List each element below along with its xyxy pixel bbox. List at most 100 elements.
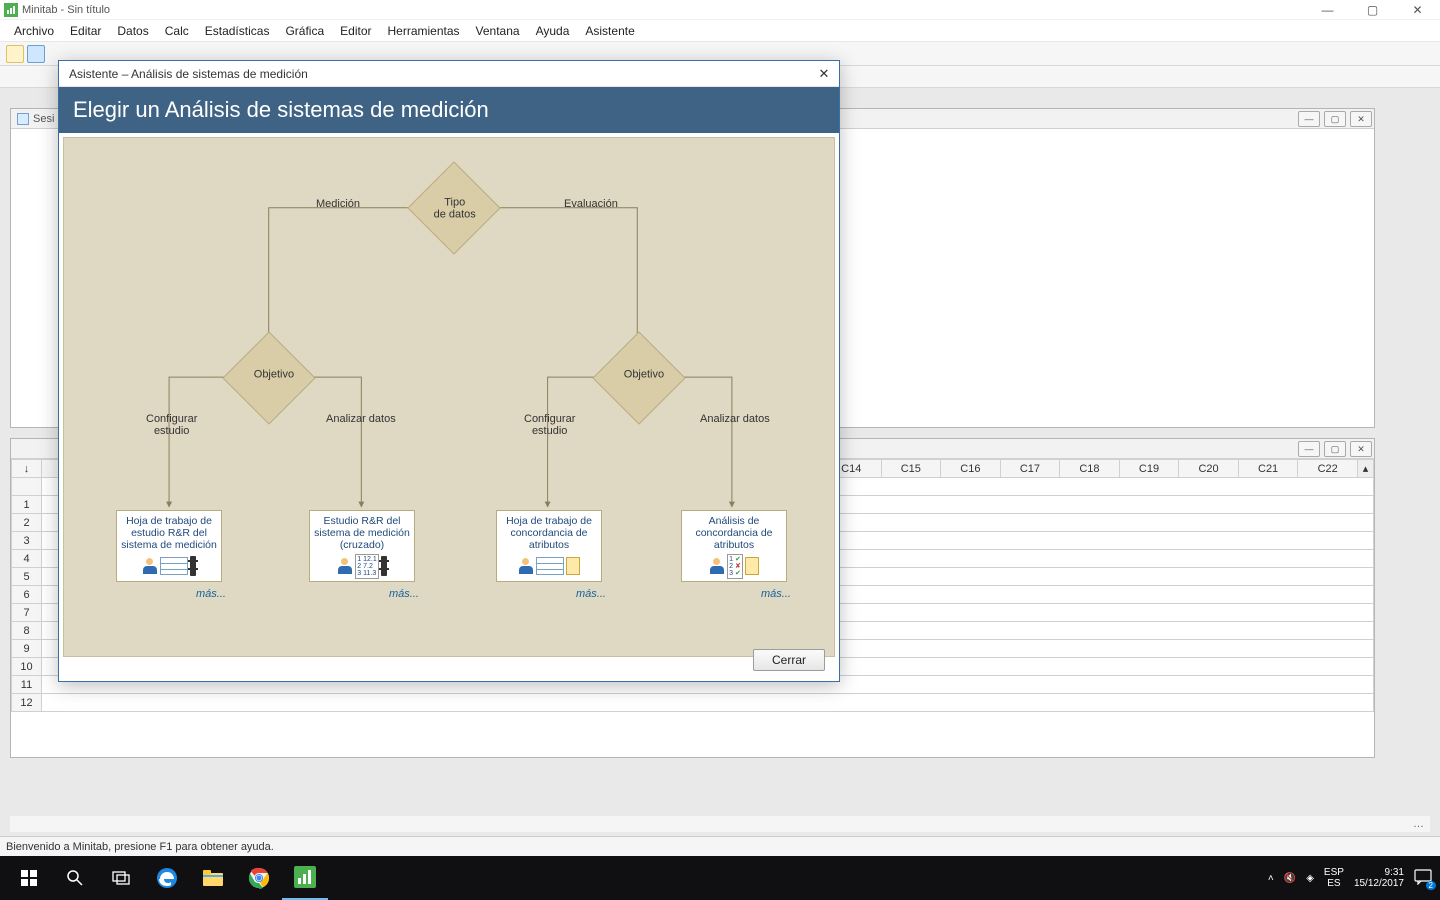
worksheet-minimize-button[interactable]: —	[1298, 441, 1320, 457]
dialog-close-button[interactable]: ✕	[815, 65, 833, 83]
card-analisis-concordancia[interactable]: Análisis de concordancia de atributos 1 …	[681, 510, 787, 582]
card-title: Estudio R&R del sistema de medición (cru…	[312, 515, 412, 551]
card-title: Análisis de concordancia de atributos	[684, 515, 784, 551]
cell[interactable]	[42, 694, 1374, 712]
mdi-nav-bar: …	[10, 816, 1430, 832]
status-text: Bienvenido a Minitab, presione F1 para o…	[6, 841, 274, 853]
branch-label-configurar-left: Configurar estudio	[146, 413, 197, 437]
row-header[interactable]: 11	[12, 676, 42, 694]
tray-network-icon[interactable]: ◈	[1306, 873, 1314, 884]
col-header[interactable]: C18	[1060, 460, 1120, 478]
menu-herramientas[interactable]: Herramientas	[380, 22, 468, 40]
col-header[interactable]: C15	[881, 460, 941, 478]
scroll-up-icon[interactable]: ▴	[1358, 460, 1374, 478]
session-maximize-button[interactable]: ▢	[1324, 111, 1346, 127]
menu-archivo[interactable]: Archivo	[6, 22, 62, 40]
system-tray: ˄ 🔇 ◈ ESPES 9:3115/12/2017 2	[1260, 856, 1440, 900]
corner-cell[interactable]: ↓	[12, 460, 42, 478]
tray-volume-mute-icon[interactable]: 🔇	[1284, 873, 1296, 884]
window-close-button[interactable]: ✕	[1395, 0, 1440, 20]
nav-indicator-icon[interactable]: …	[1413, 818, 1424, 830]
card-title: Hoja de trabajo de estudio R&R del siste…	[119, 515, 219, 551]
row-header[interactable]: 7	[12, 604, 42, 622]
worksheet-close-button[interactable]: ✕	[1350, 441, 1372, 457]
taskbar-minitab-icon[interactable]	[282, 856, 328, 900]
worksheet-maximize-button[interactable]: ▢	[1324, 441, 1346, 457]
windows-taskbar: ˄ 🔇 ◈ ESPES 9:3115/12/2017 2	[0, 856, 1440, 900]
clipboard-icon	[566, 557, 580, 575]
menu-asistente[interactable]: Asistente	[577, 22, 642, 40]
card-icon: 1 ✔ 2 ✘ 3 ✔	[684, 553, 784, 579]
menu-editor[interactable]: Editor	[332, 22, 379, 40]
menu-calc[interactable]: Calc	[157, 22, 197, 40]
data-table-icon: 1 12.1 2 7.2 3 11.3	[355, 554, 378, 579]
dialog-titlebar[interactable]: Asistente – Análisis de sistemas de medi…	[59, 61, 839, 87]
row-header[interactable]: 8	[12, 622, 42, 640]
person-icon	[337, 558, 353, 574]
app-title: Minitab - Sin título	[22, 4, 110, 16]
assistant-dialog: Asistente – Análisis de sistemas de medi…	[58, 60, 840, 682]
menu-editar[interactable]: Editar	[62, 22, 109, 40]
row-header[interactable]: 1	[12, 496, 42, 514]
card-icon: 1 12.1 2 7.2 3 11.3	[312, 553, 412, 579]
col-header[interactable]: C19	[1119, 460, 1179, 478]
menu-grafica[interactable]: Gráfica	[277, 22, 332, 40]
more-link-1[interactable]: más...	[196, 588, 226, 600]
menu-bar: Archivo Editar Datos Calc Estadísticas G…	[0, 20, 1440, 42]
taskbar-edge-icon[interactable]	[144, 856, 190, 900]
menu-estadisticas[interactable]: Estadísticas	[197, 22, 278, 40]
tray-chevron-up-icon[interactable]: ˄	[1268, 873, 1274, 884]
menu-ayuda[interactable]: Ayuda	[528, 22, 578, 40]
session-minimize-button[interactable]: —	[1298, 111, 1320, 127]
toolbar-icon[interactable]	[6, 45, 24, 63]
tray-clock[interactable]: 9:3115/12/2017	[1354, 867, 1404, 889]
col-header[interactable]: C16	[941, 460, 1001, 478]
dialog-banner: Elegir un Análisis de sistemas de medici…	[59, 87, 839, 133]
row-header[interactable]: 6	[12, 586, 42, 604]
row-header[interactable]: 10	[12, 658, 42, 676]
col-header[interactable]: C22	[1298, 460, 1358, 478]
notification-badge: 2	[1426, 881, 1436, 890]
row-header[interactable]: 12	[12, 694, 42, 712]
col-header[interactable]: C20	[1179, 460, 1239, 478]
menu-datos[interactable]: Datos	[109, 22, 156, 40]
window-minimize-button[interactable]: —	[1305, 0, 1350, 20]
diamond-label: Objetivo	[229, 368, 319, 380]
tray-language[interactable]: ESPES	[1324, 867, 1344, 889]
menu-ventana[interactable]: Ventana	[468, 22, 528, 40]
diamond-label: Objetivo	[599, 368, 689, 380]
row-header[interactable]: 2	[12, 514, 42, 532]
branch-label-analizar-right: Analizar datos	[700, 413, 770, 425]
table-icon	[160, 557, 188, 575]
row-header[interactable]: 9	[12, 640, 42, 658]
start-button[interactable]	[6, 856, 52, 900]
row-header[interactable]: 4	[12, 550, 42, 568]
app-titlebar: Minitab - Sin título — ▢ ✕	[0, 0, 1440, 20]
more-link-2[interactable]: más...	[389, 588, 419, 600]
card-hoja-rr[interactable]: Hoja de trabajo de estudio R&R del siste…	[116, 510, 222, 582]
taskbar-chrome-icon[interactable]	[236, 856, 282, 900]
search-icon[interactable]	[52, 856, 98, 900]
task-view-icon[interactable]	[98, 856, 144, 900]
col-header[interactable]: C17	[1000, 460, 1060, 478]
card-estudio-rr[interactable]: Estudio R&R del sistema de medición (cru…	[309, 510, 415, 582]
col-header[interactable]: C21	[1238, 460, 1298, 478]
dialog-title: Asistente – Análisis de sistemas de medi…	[69, 67, 308, 81]
diamond-tipo-datos: Tipo de datos	[407, 161, 500, 254]
dialog-cerrar-button[interactable]: Cerrar	[753, 649, 825, 671]
taskbar-explorer-icon[interactable]	[190, 856, 236, 900]
person-icon	[142, 558, 158, 574]
more-link-3[interactable]: más...	[576, 588, 606, 600]
caliper-icon	[190, 556, 196, 576]
app-icon	[4, 3, 18, 17]
more-link-4[interactable]: más...	[761, 588, 791, 600]
tray-action-center-icon[interactable]: 2	[1414, 869, 1432, 888]
branch-label-evaluacion: Evaluación	[564, 198, 618, 210]
row-header[interactable]: 5	[12, 568, 42, 586]
card-hoja-concordancia[interactable]: Hoja de trabajo de concordancia de atrib…	[496, 510, 602, 582]
toolbar-icon[interactable]	[27, 45, 45, 63]
window-maximize-button[interactable]: ▢	[1350, 0, 1395, 20]
branch-label-analizar-left: Analizar datos	[326, 413, 396, 425]
row-header[interactable]: 3	[12, 532, 42, 550]
session-close-button[interactable]: ✕	[1350, 111, 1372, 127]
